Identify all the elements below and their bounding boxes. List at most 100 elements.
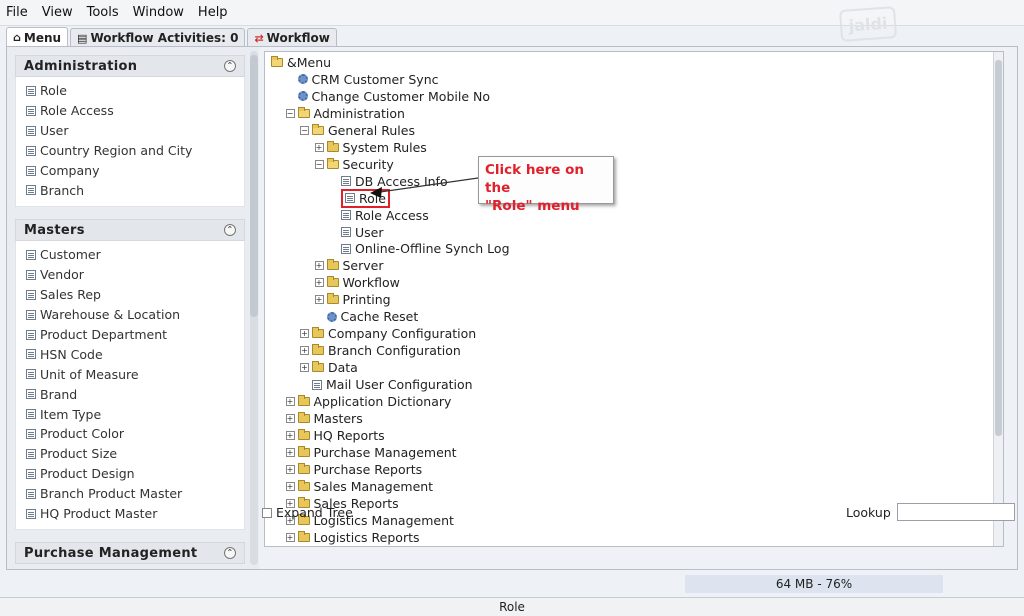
tree-node-label: Printing bbox=[342, 292, 391, 308]
expand-icon[interactable]: + bbox=[300, 363, 309, 373]
tree-node[interactable]: + Purchase Reports bbox=[285, 461, 422, 478]
tab-menu[interactable]: ⌂ Menu bbox=[6, 27, 69, 47]
sidebar-item[interactable]: Product Design bbox=[16, 464, 244, 484]
expand-icon[interactable]: + bbox=[285, 481, 295, 491]
window-icon bbox=[26, 468, 36, 479]
tree-node[interactable]: + Branch Configuration bbox=[300, 342, 461, 359]
menu-view[interactable]: View bbox=[42, 5, 73, 20]
tree-node[interactable]: + Sales Management bbox=[285, 478, 433, 495]
tree-node[interactable]: + Server bbox=[314, 257, 384, 274]
lookup-input[interactable] bbox=[897, 503, 1015, 521]
collapse-icon[interactable]: − bbox=[285, 108, 295, 118]
expand-icon[interactable]: + bbox=[300, 346, 309, 356]
tree-node[interactable]: + Printing bbox=[314, 291, 391, 308]
expand-icon[interactable]: + bbox=[314, 295, 324, 305]
sidebar-item[interactable]: Unit of Measure bbox=[16, 364, 244, 384]
expand-icon[interactable]: + bbox=[314, 261, 324, 271]
menu-tools[interactable]: Tools bbox=[87, 5, 119, 20]
sidebar-item[interactable]: Sales Rep bbox=[16, 285, 244, 305]
window-icon bbox=[26, 85, 36, 96]
expand-icon[interactable]: + bbox=[314, 142, 324, 152]
menu-window[interactable]: Window bbox=[133, 5, 184, 20]
expand-icon[interactable]: + bbox=[285, 447, 295, 457]
expand-icon[interactable]: + bbox=[285, 413, 295, 423]
main-frame: Administration ⌃ Role Role Access User Coun… bbox=[6, 46, 1018, 570]
scrollbar-thumb[interactable] bbox=[995, 60, 1002, 436]
expand-icon[interactable]: + bbox=[285, 397, 295, 406]
tree-node[interactable]: + Application Dictionary bbox=[285, 393, 451, 410]
collapse-icon[interactable]: ⌃ bbox=[224, 547, 236, 559]
tree-node[interactable]: Mail User Configuration bbox=[300, 376, 473, 393]
sidebar-item-label: Role bbox=[40, 83, 67, 99]
expand-tree-checkbox[interactable] bbox=[262, 507, 272, 518]
tab-label: Menu bbox=[23, 30, 62, 45]
collapse-icon[interactable]: ⌃ bbox=[224, 224, 236, 236]
tree-node[interactable]: CRM Customer Sync bbox=[286, 71, 439, 88]
expand-icon[interactable]: + bbox=[285, 430, 295, 440]
sidebar-item[interactable]: Country Region and City bbox=[16, 141, 244, 161]
sidebar-item-label: Branch Product Master bbox=[40, 486, 183, 502]
tree-node[interactable]: User bbox=[329, 224, 384, 241]
section-header[interactable]: Purchase Management ⌃ bbox=[15, 542, 245, 564]
sidebar-item[interactable]: Vendor bbox=[16, 265, 244, 285]
folder-icon bbox=[297, 411, 310, 423]
tree-scrollbar[interactable] bbox=[993, 52, 1003, 546]
tree-node[interactable]: Change Customer Mobile No bbox=[286, 88, 490, 105]
tree-node[interactable]: + Workflow bbox=[314, 274, 400, 291]
tree-node-label: Data bbox=[328, 360, 358, 376]
sidebar-item[interactable]: Branch bbox=[16, 180, 244, 200]
tab-workflow[interactable]: ⇄ Workflow bbox=[247, 28, 337, 47]
section-header[interactable]: Administration ⌃ bbox=[15, 55, 245, 77]
tree-node[interactable]: + System Rules bbox=[314, 139, 427, 156]
expand-icon[interactable]: + bbox=[285, 464, 295, 474]
sidebar-item[interactable]: HQ Product Master bbox=[16, 504, 244, 524]
sidebar-item[interactable]: Brand bbox=[16, 384, 244, 404]
sidebar-item[interactable]: HSN Code bbox=[16, 344, 244, 364]
sidebar-item[interactable]: Role bbox=[16, 81, 244, 101]
expand-icon[interactable]: + bbox=[300, 329, 309, 339]
menu-help[interactable]: Help bbox=[198, 5, 228, 20]
collapse-icon[interactable]: − bbox=[314, 159, 324, 169]
sidebar-item[interactable]: Item Type bbox=[16, 404, 244, 424]
sidebar-item[interactable]: Product Color bbox=[16, 424, 244, 444]
tree-node[interactable]: − General Rules bbox=[300, 122, 415, 139]
sidebar-item[interactable]: Warehouse & Location bbox=[16, 305, 244, 325]
selected-highlight[interactable]: Role bbox=[341, 188, 390, 208]
sidebar-item[interactable]: Role Access bbox=[16, 101, 244, 121]
folder-icon bbox=[326, 259, 339, 271]
tree-node[interactable]: Role bbox=[329, 188, 390, 208]
tree-node[interactable]: Cache Reset bbox=[315, 308, 418, 325]
tree-node[interactable]: + Purchase Management bbox=[285, 444, 457, 461]
tree-node[interactable]: Online-Offline Synch Log bbox=[329, 240, 510, 257]
tree-node[interactable]: DB Access Info bbox=[329, 173, 448, 190]
sidebar-item[interactable]: Branch Product Master bbox=[16, 484, 244, 504]
scrollbar-thumb[interactable] bbox=[250, 55, 258, 317]
expand-tree-toggle[interactable]: Expand Tree bbox=[262, 505, 353, 520]
tree-node[interactable]: − Security bbox=[314, 156, 394, 173]
expand-icon[interactable]: + bbox=[285, 532, 295, 542]
tree-node[interactable]: Role Access bbox=[329, 207, 429, 224]
tree-node[interactable]: + Logistics Reports bbox=[285, 529, 420, 546]
tree-node[interactable]: + Company Configuration bbox=[300, 325, 476, 342]
tree-node[interactable]: + Masters bbox=[285, 410, 363, 427]
tree-node[interactable]: + Data bbox=[300, 359, 358, 376]
expand-icon[interactable]: + bbox=[314, 278, 324, 288]
sidebar-scrollbar[interactable] bbox=[250, 51, 258, 565]
sidebar-item[interactable]: Product Department bbox=[16, 325, 244, 345]
menu-file[interactable]: File bbox=[6, 5, 28, 20]
window-icon bbox=[26, 145, 36, 156]
process-icon bbox=[297, 91, 308, 102]
sidebar-item[interactable]: User bbox=[16, 121, 244, 141]
collapse-icon[interactable]: ⌃ bbox=[224, 60, 236, 72]
tree-node[interactable]: − Administration bbox=[285, 105, 405, 122]
sidebar-item[interactable]: Customer bbox=[16, 245, 244, 265]
memory-indicator[interactable]: 64 MB - 76% bbox=[685, 575, 943, 593]
callout-box: Click here on the "Role" menu bbox=[478, 156, 614, 214]
collapse-icon[interactable]: − bbox=[300, 125, 309, 135]
tree-node[interactable]: + HQ Reports bbox=[285, 427, 385, 444]
sidebar-item[interactable]: Company bbox=[16, 161, 244, 181]
section-header[interactable]: Masters ⌃ bbox=[15, 219, 245, 241]
sidebar-item[interactable]: Product Size bbox=[16, 444, 244, 464]
tab-workflow-activities[interactable]: ▤ Workflow Activities: 0 bbox=[70, 28, 246, 47]
tree-node[interactable]: &Menu bbox=[271, 54, 331, 71]
